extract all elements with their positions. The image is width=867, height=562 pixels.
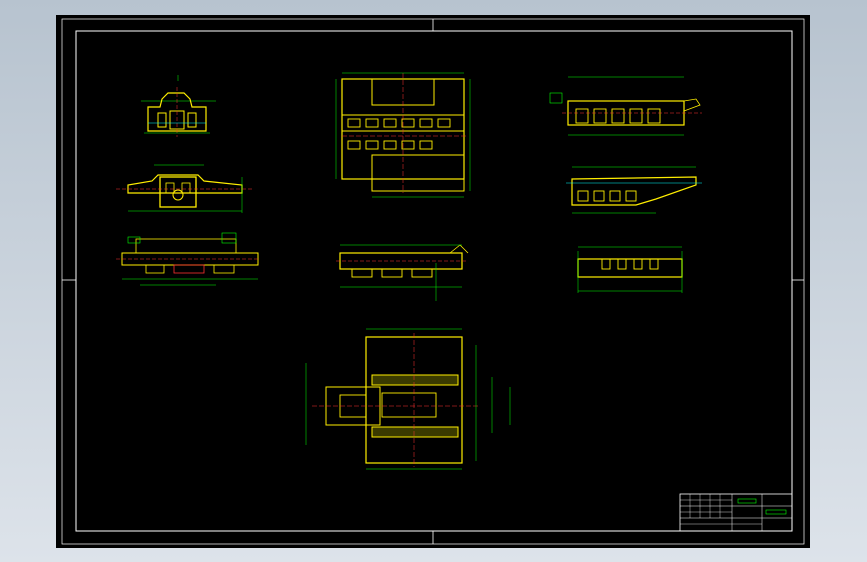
drawing-sheet[interactable] bbox=[56, 15, 810, 548]
view-slide-side[interactable] bbox=[116, 232, 260, 286]
view-guide-block[interactable] bbox=[577, 246, 683, 293]
view-carriage-taper[interactable] bbox=[566, 166, 702, 214]
view-assembly-main[interactable] bbox=[305, 328, 511, 470]
outer-frame bbox=[61, 18, 805, 545]
cad-drawing-canvas[interactable] bbox=[56, 15, 810, 548]
view-worktable-plan[interactable] bbox=[335, 72, 471, 198]
view-bracket-top[interactable] bbox=[116, 164, 252, 213]
title-block[interactable] bbox=[679, 493, 793, 532]
view-saddle-front[interactable] bbox=[336, 244, 469, 301]
view-bracket-front[interactable] bbox=[141, 75, 216, 137]
view-carriage-section[interactable] bbox=[549, 76, 702, 136]
